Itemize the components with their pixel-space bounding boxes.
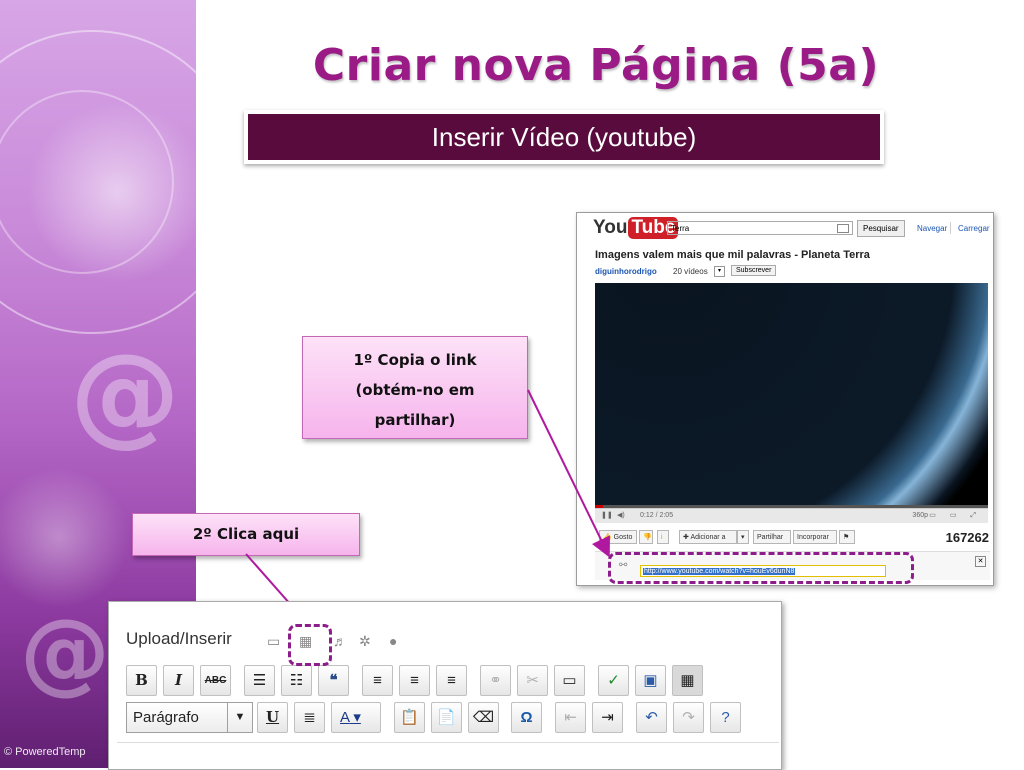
kitchen-sink-button[interactable]: ▦ (672, 665, 703, 696)
more-tag-button[interactable]: ▭ (554, 665, 585, 696)
indent-button[interactable]: ⇥ (592, 702, 623, 733)
outdent-button[interactable]: ⇤ (555, 702, 586, 733)
special-char-button[interactable]: Ω (511, 702, 542, 733)
undo-button[interactable]: ↶ (636, 702, 667, 733)
unlink-button[interactable]: ✂ (517, 665, 548, 696)
numbered-list-button[interactable]: ☷ (281, 665, 312, 696)
remove-format-button[interactable]: ⌫ (468, 702, 499, 733)
upload-insert-label: Upload/Inserir (126, 629, 232, 648)
wordpress-editor: Upload/Inserir ▭ ▦ ♬ ✲ ● B I ABC ☰ ☷ ❝ ≡… (108, 601, 782, 770)
italic-button[interactable]: I (163, 665, 194, 696)
justify-button[interactable]: ≣ (294, 702, 325, 733)
audio-icon[interactable]: ♬ (333, 633, 347, 649)
text-color-button[interactable]: A ▾ (331, 702, 381, 733)
globe-icon[interactable]: ● (389, 633, 397, 649)
underline-button[interactable]: U (257, 702, 288, 733)
align-center-button[interactable]: ≡ (399, 665, 430, 696)
image-icon[interactable]: ▭ (267, 633, 280, 650)
media-icon[interactable]: ✲ (359, 633, 371, 650)
help-button[interactable]: ? (710, 702, 741, 733)
strikethrough-button[interactable]: ABC (200, 665, 231, 696)
redo-button[interactable]: ↷ (673, 702, 704, 733)
chevron-down-icon[interactable]: ▼ (227, 703, 252, 732)
bold-button[interactable]: B (126, 665, 157, 696)
paste-word-button[interactable]: 📄 (431, 702, 462, 733)
editor-content-divider (117, 742, 779, 743)
spellcheck-button[interactable]: ✓ (598, 665, 629, 696)
align-right-button[interactable]: ≡ (436, 665, 467, 696)
format-select-value: Parágrafo (133, 709, 199, 726)
arrow-to-share-link (527, 389, 610, 558)
format-select[interactable]: Parágrafo ▼ (126, 702, 253, 733)
highlight-media-button (288, 624, 332, 666)
link-button[interactable]: ⚭ (480, 665, 511, 696)
align-left-button[interactable]: ≡ (362, 665, 393, 696)
paste-text-button[interactable]: 📋 (394, 702, 425, 733)
bullet-list-button[interactable]: ☰ (244, 665, 275, 696)
blockquote-button[interactable]: ❝ (318, 665, 349, 696)
fullscreen-button[interactable]: ▣ (635, 665, 666, 696)
